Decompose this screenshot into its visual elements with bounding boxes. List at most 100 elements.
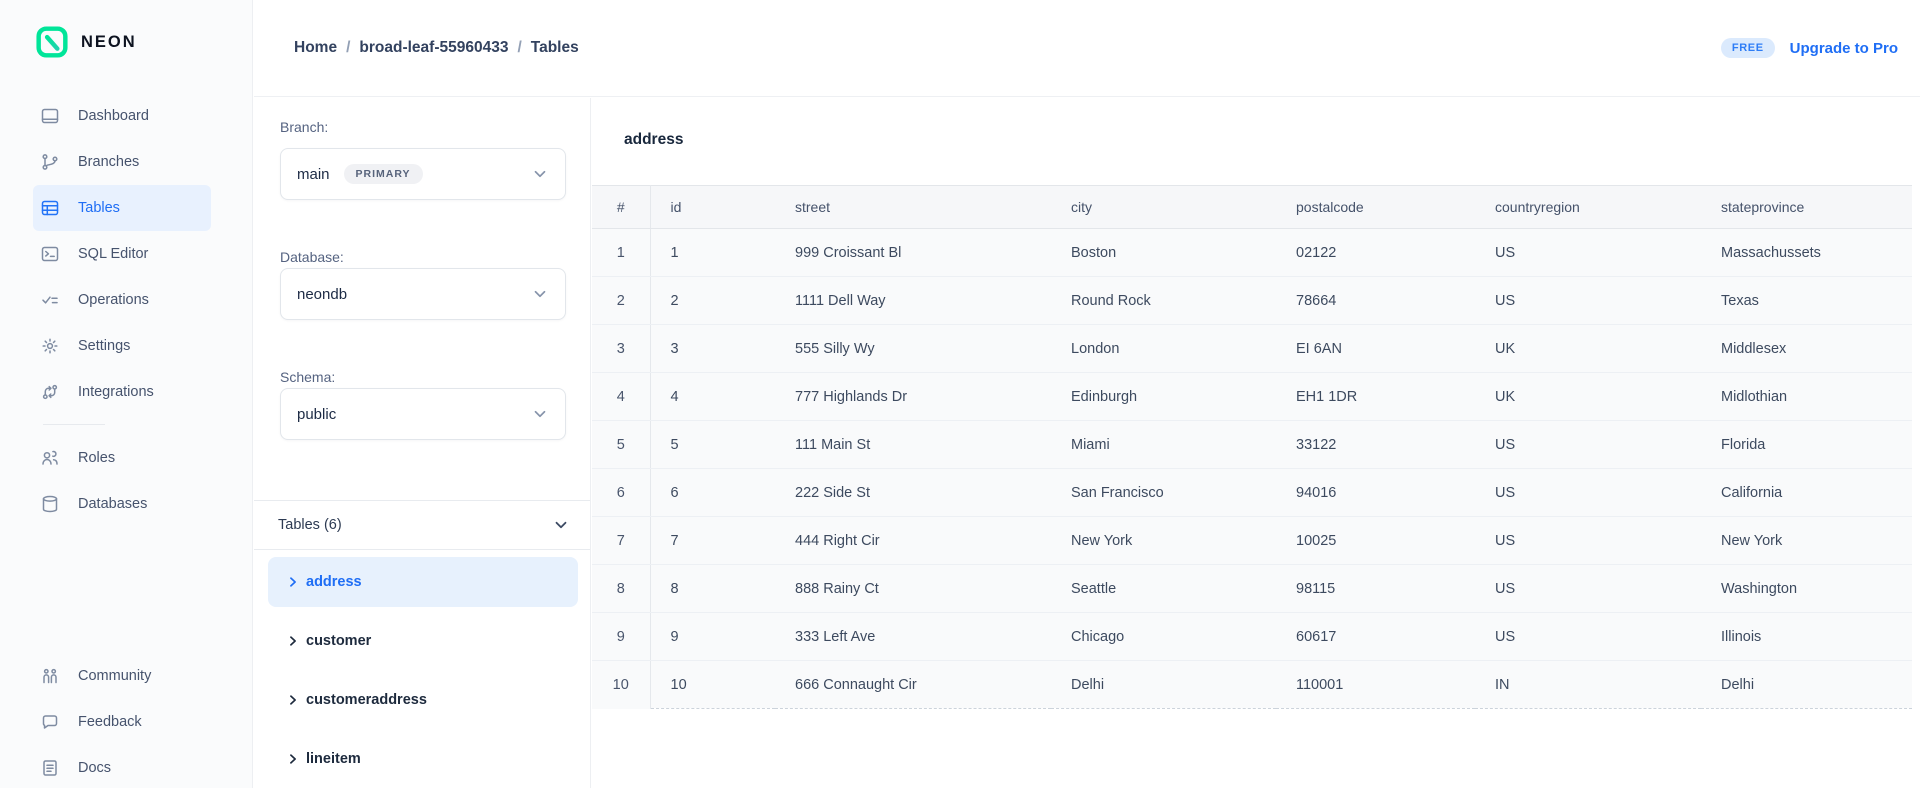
table-row[interactable]: 77444 Right CirNew York10025USNew York — [592, 517, 1912, 565]
cell: Delhi — [1701, 661, 1912, 709]
sidebar-item-feedback[interactable]: Feedback — [33, 699, 211, 745]
chevron-right-icon — [286, 575, 300, 589]
integrations-icon — [40, 382, 60, 402]
cell: San Francisco — [1051, 469, 1276, 517]
table-list-item-lineitem[interactable]: lineitem — [268, 734, 578, 784]
table-list-item-customer[interactable]: customer — [268, 616, 578, 666]
document-icon — [40, 758, 60, 778]
table-row[interactable]: 1010666 Connaught CirDelhi110001INDelhi — [592, 661, 1912, 709]
brand-name: NEON — [81, 33, 137, 52]
table-row[interactable]: 44777 Highlands DrEdinburghEH1 1DRUKMidl… — [592, 373, 1912, 421]
table-title: address — [624, 131, 683, 149]
sidebar-item-databases[interactable]: Databases — [33, 481, 211, 527]
sidebar-item-label: Docs — [78, 760, 111, 776]
left-panel: Branch: main PRIMARY Database: neondb Sc… — [254, 98, 591, 788]
cell: EH1 1DR — [1276, 373, 1475, 421]
cell: Edinburgh — [1051, 373, 1276, 421]
cell: 10025 — [1276, 517, 1475, 565]
cell: Miami — [1051, 421, 1276, 469]
cell: 9 — [650, 613, 775, 661]
sidebar-item-label: Community — [78, 668, 151, 684]
sidebar-item-tables[interactable]: Tables — [33, 185, 211, 231]
dashboard-icon — [40, 106, 60, 126]
schema-select-value: public — [297, 406, 336, 423]
sidebar-item-docs[interactable]: Docs — [33, 745, 211, 791]
cell: 10 — [592, 661, 650, 709]
cell: 7 — [650, 517, 775, 565]
sidebar-item-label: Integrations — [78, 384, 154, 400]
topbar: Home/broad-leaf-55960433/Tables FREE Upg… — [254, 0, 1920, 97]
sidebar-item-community[interactable]: Community — [33, 653, 211, 699]
breadcrumb: Home/broad-leaf-55960433/Tables — [294, 39, 579, 57]
data-grid-wrap: #idstreetcitypostalcodecountryregionstat… — [592, 185, 1912, 709]
primary-badge: PRIMARY — [344, 164, 423, 184]
sidebar-item-integrations[interactable]: Integrations — [33, 369, 211, 415]
cell: 3 — [650, 325, 775, 373]
column-header-street: street — [775, 186, 1051, 229]
cell: US — [1475, 277, 1701, 325]
cell: US — [1475, 613, 1701, 661]
breadcrumb-separator: / — [517, 39, 521, 57]
breadcrumb-link[interactable]: Tables — [531, 39, 579, 57]
table-icon — [40, 198, 60, 218]
sidebar-item-dashboard[interactable]: Dashboard — [33, 93, 211, 139]
cell: US — [1475, 421, 1701, 469]
sidebar-item-label: Databases — [78, 496, 147, 512]
sidebar-nav-main: Dashboard Branches Tables SQL EditorOperati… — [0, 93, 252, 415]
cell: 4 — [650, 373, 775, 421]
table-row[interactable]: 66222 Side StSan Francisco94016USCalifor… — [592, 469, 1912, 517]
cell: 1111 Dell Way — [775, 277, 1051, 325]
table-list-item-address[interactable]: address — [268, 557, 578, 607]
sql-editor-icon — [40, 244, 60, 264]
sidebar-item-branches[interactable]: Branches — [33, 139, 211, 185]
chevron-right-icon — [286, 693, 300, 707]
sidebar-item-operations[interactable]: Operations — [33, 277, 211, 323]
table-name: lineitem — [306, 751, 361, 767]
neon-logo[interactable]: NEON — [36, 26, 137, 58]
cell: 78664 — [1276, 277, 1475, 325]
cell: US — [1475, 469, 1701, 517]
table-row[interactable]: 11999 Croissant BlBoston02122USMassachus… — [592, 229, 1912, 277]
cell: 777 Highlands Dr — [775, 373, 1051, 421]
cell: 2 — [650, 277, 775, 325]
column-header-city: city — [1051, 186, 1276, 229]
table-row[interactable]: 55111 Main StMiami33122USFlorida — [592, 421, 1912, 469]
free-plan-badge: FREE — [1721, 38, 1775, 58]
sidebar-nav-secondary: Roles Databases — [0, 435, 252, 527]
sidebar-item-sql-editor[interactable]: SQL Editor — [33, 231, 211, 277]
tables-list: address customer customeraddress lineitem — [268, 557, 578, 793]
sidebar-item-settings[interactable]: Settings — [33, 323, 211, 369]
data-grid: #idstreetcitypostalcodecountryregionstat… — [592, 185, 1912, 709]
breadcrumb-link[interactable]: broad-leaf-55960433 — [359, 39, 508, 57]
breadcrumb-link[interactable]: Home — [294, 39, 337, 57]
cell: Seattle — [1051, 565, 1276, 613]
table-row[interactable]: 221111 Dell WayRound Rock78664USTexas — [592, 277, 1912, 325]
branch-label: Branch: — [280, 119, 328, 135]
database-select[interactable]: neondb — [280, 268, 566, 320]
cell: 222 Side St — [775, 469, 1051, 517]
cell: 5 — [650, 421, 775, 469]
table-list-item-customeraddress[interactable]: customeraddress — [268, 675, 578, 725]
chevron-down-icon — [552, 516, 570, 534]
cell: Texas — [1701, 277, 1912, 325]
schema-select[interactable]: public — [280, 388, 566, 440]
table-row[interactable]: 88888 Rainy CtSeattle98115USWashington — [592, 565, 1912, 613]
table-row[interactable]: 99333 Left AveChicago60617USIllinois — [592, 613, 1912, 661]
sidebar-item-label: Feedback — [78, 714, 142, 730]
cell: 7 — [592, 517, 650, 565]
branch-select[interactable]: main PRIMARY — [280, 148, 566, 200]
tables-section-header[interactable]: Tables (6) — [254, 500, 590, 550]
sidebar-item-label: Branches — [78, 154, 139, 170]
neon-logo-icon — [36, 26, 68, 58]
sidebar-item-roles[interactable]: Roles — [33, 435, 211, 481]
sidebar-item-label: Settings — [78, 338, 130, 354]
cell: 5 — [592, 421, 650, 469]
sidebar-item-label: Tables — [78, 200, 120, 216]
upgrade-to-pro-link[interactable]: Upgrade to Pro — [1790, 40, 1898, 57]
table-row[interactable]: 33555 Silly WyLondonEI 6ANUKMiddlesex — [592, 325, 1912, 373]
gear-icon — [40, 336, 60, 356]
chevron-down-icon — [531, 165, 549, 183]
cell: 6 — [650, 469, 775, 517]
cell: IN — [1475, 661, 1701, 709]
cell: Middlesex — [1701, 325, 1912, 373]
